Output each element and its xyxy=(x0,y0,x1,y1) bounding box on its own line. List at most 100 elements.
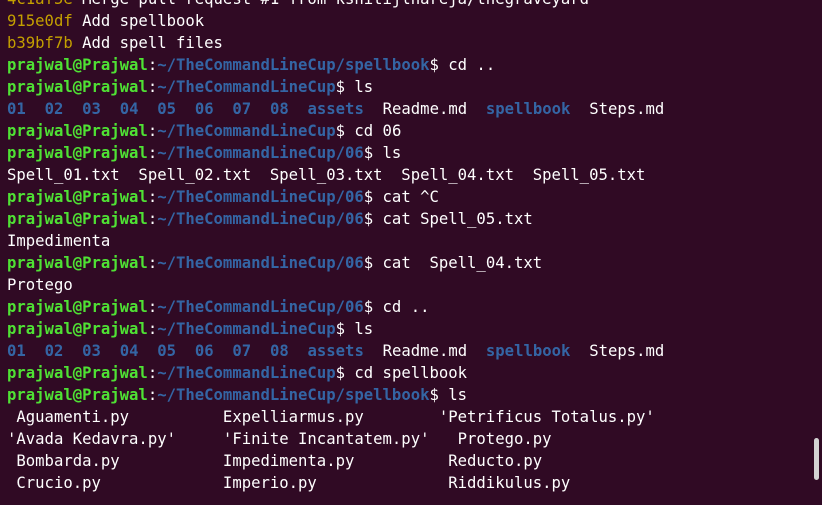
prompt-line: prajwal@Prajwal:~/TheCommandLineCup$ cd … xyxy=(7,362,808,384)
directory-entry: spellbook xyxy=(485,100,571,118)
prompt-line: prajwal@Prajwal:~/TheCommandLineCup/spel… xyxy=(7,54,808,76)
output-line: 01 02 03 04 05 06 07 08 assets Readme.md… xyxy=(7,98,808,120)
directory-entry: spellbook xyxy=(485,342,571,360)
output-text: Protego xyxy=(7,276,73,294)
prompt-user: prajwal@Prajwal xyxy=(7,144,148,162)
command-text: ls xyxy=(345,78,374,96)
prompt-line: prajwal@Prajwal:~/TheCommandLineCup$ cd … xyxy=(7,120,808,142)
file-entry: Steps.md xyxy=(589,342,665,360)
directory-entry: 06 xyxy=(194,100,214,118)
prompt-dollar: $ xyxy=(335,122,345,140)
prompt-dollar: $ xyxy=(335,78,345,96)
prompt-user: prajwal@Prajwal xyxy=(7,320,148,338)
prompt-line: prajwal@Prajwal:~/TheCommandLineCup/06$ … xyxy=(7,252,808,274)
command-text: ls xyxy=(373,144,402,162)
git-log-line: 915e0df Add spellbook xyxy=(7,10,808,32)
command-text: cd .. xyxy=(438,56,496,74)
prompt-dollar: $ xyxy=(363,254,374,272)
prompt-colon: : xyxy=(147,320,158,338)
directory-entry: assets xyxy=(307,100,364,118)
directory-entry: 07 xyxy=(232,342,252,360)
prompt-dollar: $ xyxy=(363,210,374,228)
prompt-dollar: $ xyxy=(335,320,345,338)
prompt-colon: : xyxy=(147,254,158,272)
prompt-line: prajwal@Prajwal:~/TheCommandLineCup$ ls xyxy=(7,76,808,98)
prompt-user: prajwal@Prajwal xyxy=(7,298,148,316)
prompt-user: prajwal@Prajwal xyxy=(7,78,148,96)
prompt-line: prajwal@Prajwal:~/TheCommandLineCup/06$ … xyxy=(7,208,808,230)
output-line: Impedimenta xyxy=(7,230,808,252)
prompt-dollar: $ xyxy=(363,144,374,162)
commit-message: Merge pull request #1 from kshitijlharej… xyxy=(73,0,589,8)
output-text: Bombarda.py Impedimenta.py Reducto.py xyxy=(7,452,543,470)
file-entry: Steps.md xyxy=(589,100,665,118)
output-text: Aguamenti.py Expelliarmus.py 'Petrificus… xyxy=(7,408,655,426)
prompt-colon: : xyxy=(147,188,158,206)
command-text: cat Spell_05.txt xyxy=(373,210,533,228)
directory-entry: 08 xyxy=(269,100,289,118)
prompt-colon: : xyxy=(147,144,158,162)
prompt-path: ~/TheCommandLineCup/06 xyxy=(157,298,364,316)
directory-entry: 03 xyxy=(82,342,101,360)
prompt-colon: : xyxy=(147,386,158,404)
directory-entry: 08 xyxy=(269,342,289,360)
prompt-user: prajwal@Prajwal xyxy=(7,56,148,74)
prompt-user: prajwal@Prajwal xyxy=(7,188,148,206)
file-entry: Readme.md xyxy=(382,342,468,360)
output-text: 'Avada Kedavra.py' 'Finite Incantatem.py… xyxy=(7,430,552,448)
command-text: cat Spell_04.txt xyxy=(373,254,543,272)
prompt-line: prajwal@Prajwal:~/TheCommandLineCup/06$ … xyxy=(7,186,808,208)
git-log-line: 4c1af5e Merge pull request #1 from kshit… xyxy=(7,0,808,10)
directory-entry: 07 xyxy=(232,100,252,118)
prompt-colon: : xyxy=(147,298,158,316)
directory-entry: 02 xyxy=(44,342,64,360)
prompt-path: ~/TheCommandLineCup xyxy=(157,122,336,140)
output-text: Impedimenta xyxy=(7,232,111,250)
commit-hash: 4c1af5e xyxy=(7,0,73,8)
output-line: Protego xyxy=(7,274,808,296)
commit-hash: b39bf7b xyxy=(7,34,73,52)
git-log-line: b39bf7b Add spell files xyxy=(7,32,808,54)
directory-entry: assets xyxy=(307,342,364,360)
output-line: Spell_01.txt Spell_02.txt Spell_03.txt S… xyxy=(7,164,808,186)
output-line: 01 02 03 04 05 06 07 08 assets Readme.md… xyxy=(7,340,808,362)
directory-entry: 01 xyxy=(7,342,26,360)
command-text: ls xyxy=(438,386,468,404)
output-line: Crucio.py Imperio.py Riddikulus.py xyxy=(7,472,808,494)
output-text: Crucio.py Imperio.py Riddikulus.py xyxy=(7,474,571,492)
prompt-path: ~/TheCommandLineCup/spellbook xyxy=(157,386,430,404)
command-text: cd spellbook xyxy=(345,364,468,382)
prompt-path: ~/TheCommandLineCup xyxy=(157,320,336,338)
command-text: cat ^C xyxy=(373,188,439,206)
prompt-user: prajwal@Prajwal xyxy=(7,122,148,140)
prompt-colon: : xyxy=(147,122,158,140)
scrollbar-thumb[interactable] xyxy=(814,438,819,480)
file-entry: Readme.md xyxy=(382,100,468,118)
prompt-dollar: $ xyxy=(429,56,439,74)
prompt-path: ~/TheCommandLineCup/06 xyxy=(157,210,364,228)
prompt-user: prajwal@Prajwal xyxy=(7,364,148,382)
output-text: Spell_01.txt Spell_02.txt Spell_03.txt S… xyxy=(7,166,646,184)
prompt-path: ~/TheCommandLineCup/spellbook xyxy=(157,56,430,74)
output-line: Bombarda.py Impedimenta.py Reducto.py xyxy=(7,450,808,472)
prompt-line: prajwal@Prajwal:~/TheCommandLineCup/06$ … xyxy=(7,296,808,318)
command-text: cd .. xyxy=(373,298,430,316)
directory-entry: 06 xyxy=(194,342,214,360)
prompt-user: prajwal@Prajwal xyxy=(7,210,148,228)
output-line: Aguamenti.py Expelliarmus.py 'Petrificus… xyxy=(7,406,808,428)
commit-message: Add spell files xyxy=(72,34,223,52)
directory-entry: 03 xyxy=(82,100,101,118)
prompt-dollar: $ xyxy=(429,386,439,404)
prompt-path: ~/TheCommandLineCup/06 xyxy=(157,254,364,272)
directory-entry: 04 xyxy=(119,100,139,118)
prompt-user: prajwal@Prajwal xyxy=(7,386,148,404)
commit-hash: 915e0df xyxy=(7,12,73,30)
command-text: cd 06 xyxy=(345,122,402,140)
prompt-colon: : xyxy=(147,56,158,74)
prompt-colon: : xyxy=(147,78,158,96)
terminal-output[interactable]: 4c1af5e Merge pull request #1 from kshit… xyxy=(7,0,808,494)
prompt-line: prajwal@Prajwal:~/TheCommandLineCup/06$ … xyxy=(7,142,808,164)
prompt-path: ~/TheCommandLineCup xyxy=(157,364,336,382)
prompt-user: prajwal@Prajwal xyxy=(7,254,148,272)
prompt-line: prajwal@Prajwal:~/TheCommandLineCup$ ls xyxy=(7,318,808,340)
